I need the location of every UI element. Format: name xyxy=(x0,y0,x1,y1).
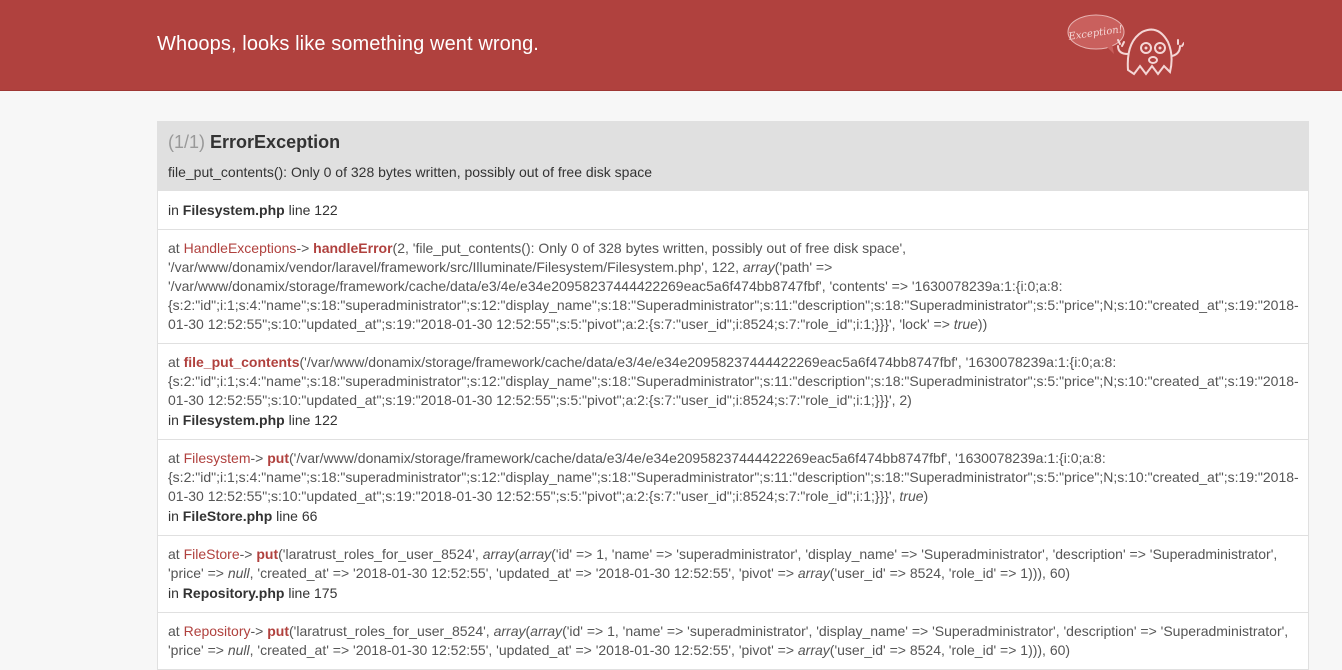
trace-at: at xyxy=(168,623,180,639)
trace-arrow: -> xyxy=(296,240,310,256)
trace-file: FileStore.php xyxy=(182,508,273,524)
trace-function: put xyxy=(256,546,279,562)
trace-line-word: line xyxy=(288,202,311,218)
trace-function: handleError xyxy=(313,240,393,256)
exception-count: (1/1) xyxy=(168,132,206,152)
trace-class: HandleExceptions xyxy=(183,240,297,256)
stack-trace: in Filesystem.php line 122 at HandleExcep… xyxy=(158,191,1308,669)
trace-class: Filesystem xyxy=(183,450,251,466)
trace-in: in xyxy=(168,412,179,428)
exception-ghost-icon: Exception! xyxy=(1067,14,1184,76)
trace-call: at FileStore-> put('laratrust_roles_for_… xyxy=(168,546,1278,581)
trace-arrow: -> xyxy=(239,546,253,562)
trace-class: Repository xyxy=(183,623,251,639)
trace-frame: in Filesystem.php line 122 xyxy=(158,191,1308,229)
trace-frame: at file_put_contents('/var/www/donamix/s… xyxy=(158,343,1308,439)
trace-at: at xyxy=(168,240,180,256)
trace-line-word: line xyxy=(288,412,311,428)
page-title: Whoops, looks like something went wrong. xyxy=(157,33,539,55)
trace-args: 'laratrust_roles_for_user_8524', array(a… xyxy=(168,623,1289,658)
trace-frame: at HandleExceptions-> handleError(2, 'fi… xyxy=(158,229,1308,343)
trace-function: put xyxy=(267,450,289,466)
trace-arrow: -> xyxy=(250,450,264,466)
trace-line: 122 xyxy=(314,202,338,218)
trace-in: in xyxy=(168,202,179,218)
exception-title: (1/1) ErrorException xyxy=(168,132,1298,153)
trace-function: put xyxy=(267,623,289,639)
trace-line: 175 xyxy=(314,585,338,601)
trace-call: at file_put_contents('/var/www/donamix/s… xyxy=(168,354,1299,408)
trace-call: at HandleExceptions-> handleError(2, 'fi… xyxy=(168,240,1299,332)
exception-panel: (1/1) ErrorException file_put_contents()… xyxy=(157,121,1309,670)
trace-line: 122 xyxy=(314,412,338,428)
trace-call: at Filesystem-> put('/var/www/donamix/st… xyxy=(168,450,1299,504)
exception-header: (1/1) ErrorException file_put_contents()… xyxy=(158,122,1308,191)
trace-at: at xyxy=(168,450,180,466)
trace-in: in xyxy=(168,508,179,524)
trace-at: at xyxy=(168,546,180,562)
trace-location: in Repository.php line 175 xyxy=(168,584,1298,603)
trace-file: Filesystem.php xyxy=(182,202,285,218)
trace-frame: at FileStore-> put('laratrust_roles_for_… xyxy=(158,535,1308,612)
trace-location: in Filesystem.php line 122 xyxy=(168,411,1298,430)
trace-args: '/var/www/donamix/storage/framework/cach… xyxy=(168,450,1299,504)
trace-class: FileStore xyxy=(183,546,240,562)
trace-call: at Repository-> put('laratrust_roles_for… xyxy=(168,623,1289,658)
trace-file: Repository.php xyxy=(182,585,285,601)
exception-class: ErrorException xyxy=(210,132,341,152)
trace-location: in FileStore.php line 66 xyxy=(168,507,1298,526)
trace-args: '/var/www/donamix/storage/framework/cach… xyxy=(168,354,1299,408)
trace-location: in Filesystem.php line 122 xyxy=(168,201,1298,220)
trace-in: in xyxy=(168,585,179,601)
trace-frame: at Filesystem-> put('/var/www/donamix/st… xyxy=(158,439,1308,535)
trace-function: file_put_contents xyxy=(183,354,300,370)
error-header: Whoops, looks like something went wrong.… xyxy=(0,0,1342,91)
trace-line: 66 xyxy=(301,508,318,524)
trace-args: 'laratrust_roles_for_user_8524', array(a… xyxy=(168,546,1278,581)
trace-line-word: line xyxy=(288,585,311,601)
trace-file: Filesystem.php xyxy=(182,412,285,428)
trace-frame: at Repository-> put('laratrust_roles_for… xyxy=(158,612,1308,669)
exception-message: file_put_contents(): Only 0 of 328 bytes… xyxy=(168,164,653,180)
trace-line-word: line xyxy=(276,508,298,524)
trace-at: at xyxy=(168,354,180,370)
trace-arrow: -> xyxy=(250,623,264,639)
